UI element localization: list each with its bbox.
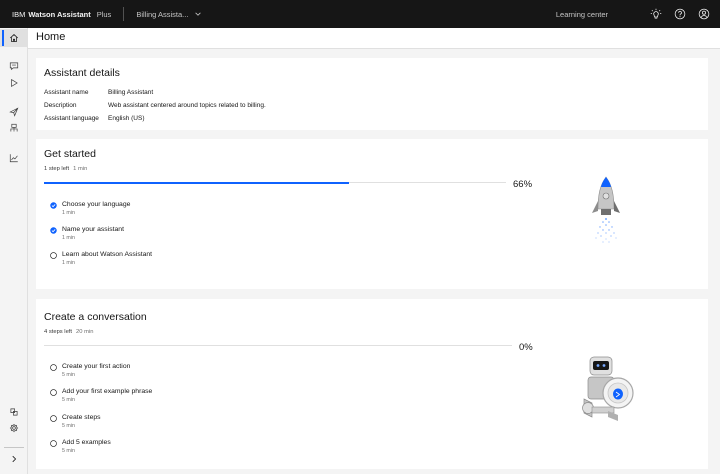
user-avatar-icon — [698, 8, 710, 20]
nav-home[interactable] — [0, 29, 28, 47]
brand-ibm: IBM — [12, 9, 26, 19]
side-nav-rail — [0, 28, 28, 474]
chat-icon — [9, 62, 19, 71]
create-conversation-progress-percent: 0% — [519, 342, 533, 353]
nav-actions[interactable] — [0, 57, 28, 75]
nav-settings[interactable] — [0, 419, 28, 437]
nav-divider — [4, 447, 24, 448]
create-conversation-card: Create a conversation 4 steps left 20 min… — [36, 299, 708, 469]
deploy-icon — [10, 408, 18, 416]
details-value: English (US) — [108, 115, 145, 122]
create-conversation-progress-track — [44, 345, 512, 346]
details-row-name: Assistant name Billing Assistant — [44, 89, 153, 96]
integrations-icon — [10, 123, 18, 132]
chevron-down-icon — [195, 12, 202, 16]
help-icon — [674, 8, 686, 20]
assistant-switcher-label: Billing Assista... — [136, 9, 189, 19]
user-profile-button[interactable] — [692, 0, 716, 28]
get-started-progress-percent: 66% — [513, 179, 533, 190]
radio-empty-icon — [50, 389, 57, 396]
step-add-example-phrase[interactable]: Add your first example phrase 5 min — [50, 388, 152, 403]
brand-product: Watson Assistant — [28, 9, 91, 19]
get-started-meta: 1 step left 1 min — [44, 166, 87, 172]
radio-empty-icon — [50, 252, 57, 259]
step-create-first-action[interactable]: Create your first action 5 min — [50, 363, 130, 378]
top-header: IBM Watson Assistant Plus Billing Assist… — [0, 0, 720, 28]
radio-empty-icon — [50, 440, 57, 447]
nav-preview[interactable] — [0, 74, 28, 92]
details-key: Assistant language — [44, 115, 99, 122]
step-duration: 1 min — [62, 260, 75, 266]
steps-left: 4 steps left — [44, 329, 73, 335]
step-duration: 5 min — [62, 397, 75, 403]
step-label: Choose your language — [62, 201, 131, 208]
whats-new-button[interactable] — [644, 0, 668, 28]
step-duration: 1 min — [62, 235, 75, 241]
step-duration: 5 min — [62, 372, 75, 378]
step-label: Learn about Watson Assistant — [62, 251, 153, 258]
step-name-assistant[interactable]: Name your assistant 1 min — [50, 226, 124, 241]
gear-icon — [9, 423, 19, 433]
get-started-progress-fill — [44, 181, 349, 184]
details-row-description: Description Web assistant centered aroun… — [44, 102, 266, 109]
time-left: 1 min — [73, 166, 88, 172]
details-value: Web assistant centered around topics rel… — [108, 102, 266, 109]
get-started-card: Get started 1 step left 1 min 66% Choose … — [36, 139, 708, 289]
rocket-illustration — [592, 176, 620, 243]
step-label: Add your first example phrase — [62, 388, 153, 395]
step-add-examples[interactable]: Add 5 examples 5 min — [50, 439, 111, 454]
details-key: Description — [44, 102, 77, 109]
page-title-bar: Home — [28, 28, 720, 49]
step-label: Add 5 examples — [62, 439, 111, 446]
home-icon — [9, 34, 19, 42]
get-started-progress-track — [44, 181, 506, 184]
nav-analyze[interactable] — [0, 149, 28, 167]
step-duration: 5 min — [62, 448, 75, 454]
whats-new-icon — [650, 8, 662, 19]
nav-expand-button[interactable] — [0, 450, 28, 468]
nav-integrations[interactable] — [0, 119, 28, 137]
step-create-steps[interactable]: Create steps 5 min — [50, 414, 101, 429]
details-value: Billing Assistant — [108, 89, 154, 96]
details-row-language: Assistant language English (US) — [44, 115, 144, 122]
create-conversation-meta: 4 steps left 20 min — [44, 329, 93, 335]
assistant-details-card: Assistant details Assistant name Billing… — [36, 58, 708, 130]
brand-plan: Plus — [96, 9, 112, 19]
time-left: 20 min — [76, 329, 94, 335]
page-title: Home — [36, 31, 66, 43]
step-duration: 1 min — [62, 210, 75, 216]
checkmark-filled-icon — [50, 227, 57, 234]
product-brand[interactable]: IBM Watson Assistant Plus — [0, 0, 111, 28]
step-learn-watson[interactable]: Learn about Watson Assistant 1 min — [50, 251, 152, 266]
learning-center-link[interactable]: Learning center — [556, 10, 608, 19]
assistant-details-title: Assistant details — [44, 67, 120, 79]
chart-icon — [9, 154, 18, 163]
send-icon — [9, 107, 19, 117]
create-conversation-title: Create a conversation — [44, 311, 147, 323]
checkmark-filled-icon — [50, 202, 57, 209]
chevron-right-icon — [12, 455, 17, 463]
help-button[interactable] — [668, 0, 692, 28]
header-divider — [123, 7, 125, 21]
radio-empty-icon — [50, 415, 57, 422]
radio-empty-icon — [50, 364, 57, 371]
assistant-switcher[interactable]: Billing Assista... — [136, 10, 202, 19]
step-label: Create steps — [62, 414, 101, 421]
details-key: Assistant name — [44, 89, 89, 96]
steps-left: 1 step left — [44, 166, 70, 172]
step-choose-language[interactable]: Choose your language 1 min — [50, 201, 130, 216]
step-label: Create your first action — [62, 363, 131, 370]
get-started-title: Get started — [44, 148, 96, 160]
step-duration: 5 min — [62, 423, 75, 429]
step-label: Name your assistant — [62, 226, 124, 233]
robot-illustration — [582, 356, 634, 421]
play-icon — [11, 78, 18, 88]
